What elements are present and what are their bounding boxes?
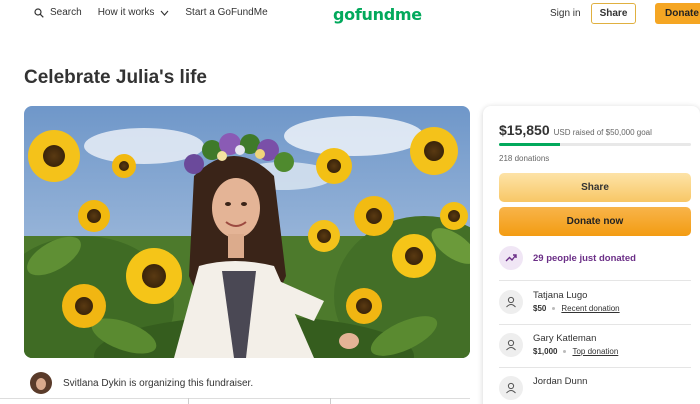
progress-bar (499, 143, 691, 146)
donor-meta: $1,000 Top donation (533, 347, 618, 356)
page-title: Celebrate Julia's life (24, 67, 207, 88)
donor-name: Tatjana Lugo (533, 290, 588, 301)
donor-item: Gary Katleman $1,000 Top donation (499, 333, 618, 357)
donate-now-button[interactable]: Donate now (499, 207, 691, 236)
donor-avatar-icon (499, 333, 523, 357)
separator-dot (552, 307, 556, 310)
sign-in-link[interactable]: Sign in (550, 8, 581, 19)
donation-card: $15,850 USD raised of $50,000 goal 218 d… (483, 106, 700, 404)
top-nav: Search How it works Start a GoFundMe gof… (0, 0, 700, 28)
section-divider (0, 398, 470, 399)
search-icon (34, 7, 44, 18)
donor-tag-link[interactable]: Recent donation (561, 304, 619, 313)
chevron-down-icon (160, 10, 169, 16)
trend-up-icon (499, 246, 523, 270)
organizer-avatar (30, 372, 52, 394)
start-gofundme-label: Start a GoFundMe (185, 7, 268, 18)
recent-donations-trend[interactable]: 29 people just donated (499, 246, 636, 270)
how-it-works-label: How it works (97, 7, 155, 18)
search-label: Search (50, 7, 82, 18)
nav-left: Search How it works Start a GoFundMe (34, 7, 268, 18)
raised-goal: USD raised of $50,000 goal (553, 128, 652, 137)
how-it-works-menu[interactable]: How it works (98, 7, 170, 18)
donor-info: Gary Katleman $1,000 Top donation (533, 333, 618, 356)
start-gofundme-link[interactable]: Start a GoFundMe (185, 7, 267, 18)
donor-name: Jordan Dunn (533, 376, 588, 387)
donor-divider (499, 280, 691, 281)
share-button[interactable]: Share (499, 173, 691, 202)
campaign-photo-illustration (24, 106, 470, 358)
donor-tag-link[interactable]: Top donation (572, 347, 618, 356)
donor-item: Tatjana Lugo $50 Recent donation (499, 290, 620, 314)
organizer-row: Svitlana Dykin is organizing this fundra… (30, 372, 253, 394)
raised-amount: $15,850 (499, 122, 550, 138)
donor-meta: $50 Recent donation (533, 304, 620, 313)
divider-tick (188, 398, 189, 404)
donate-button-top[interactable]: Donate (655, 3, 700, 24)
gofundme-logo[interactable]: gofundme (333, 5, 422, 24)
campaign-photo (24, 106, 470, 358)
donor-avatar-icon (499, 376, 523, 400)
organizer-text: Svitlana Dykin is organizing this fundra… (63, 377, 254, 389)
donor-avatar-icon (499, 290, 523, 314)
donor-item: Jordan Dunn (499, 376, 587, 400)
donor-amount: $1,000 (533, 347, 558, 356)
donation-count: 218 donations (499, 154, 550, 163)
share-button-top[interactable]: Share (591, 3, 636, 24)
donor-name: Gary Katleman (533, 333, 597, 344)
progress-fill (499, 143, 560, 146)
separator-dot (563, 350, 567, 353)
donor-divider (499, 367, 691, 368)
search-link[interactable]: Search (34, 7, 82, 18)
donor-divider (499, 324, 691, 325)
trend-text: 29 people just donated (533, 252, 636, 264)
raised-summary: $15,850 USD raised of $50,000 goal (499, 122, 652, 138)
donor-info: Tatjana Lugo $50 Recent donation (533, 290, 620, 313)
divider-tick (330, 398, 331, 404)
donor-info: Jordan Dunn (533, 376, 587, 387)
donor-amount: $50 (533, 304, 547, 313)
